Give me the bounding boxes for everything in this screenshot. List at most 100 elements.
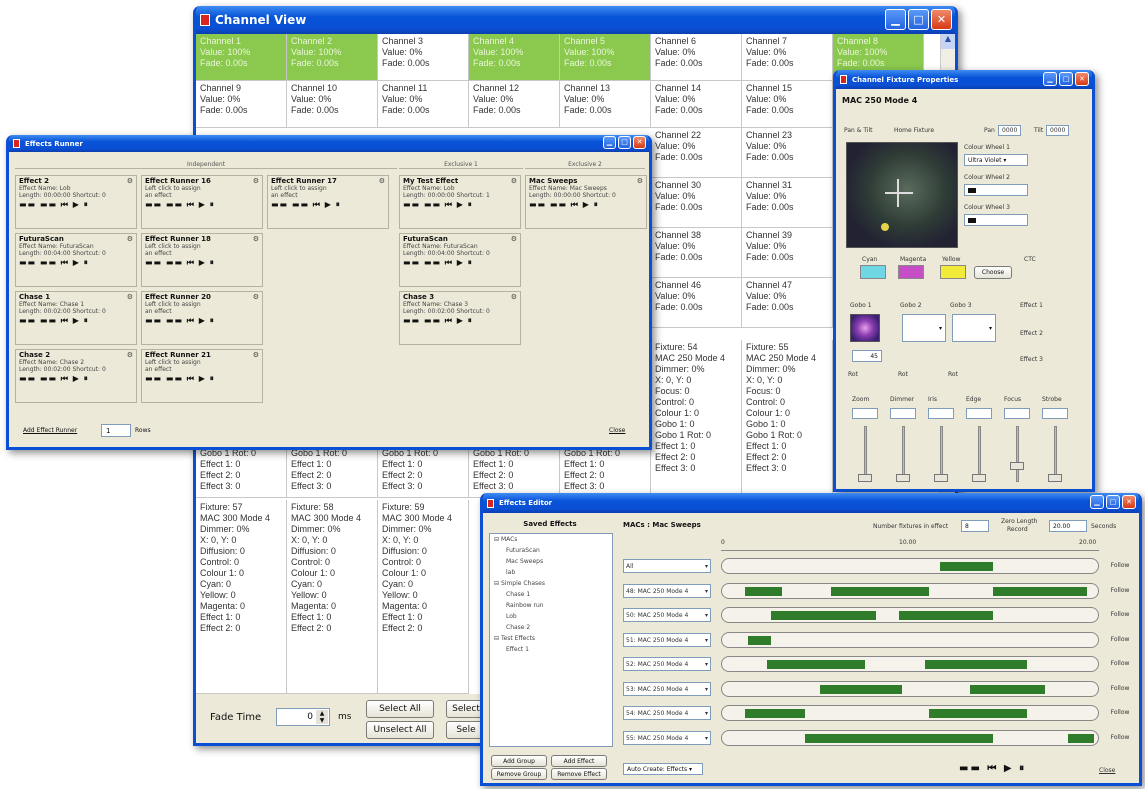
stepper-icon[interactable]: ▲ ▼ bbox=[316, 710, 328, 724]
effect-settings-icon[interactable]: ⚙ bbox=[127, 294, 133, 301]
add-effect-runner-label[interactable]: Add Effect Runner bbox=[23, 427, 77, 434]
effect-bar[interactable] bbox=[925, 660, 1027, 669]
tree-item[interactable]: Mac Sweeps bbox=[490, 556, 612, 567]
rows-input[interactable]: 1 bbox=[101, 424, 131, 437]
close-icon[interactable]: ✕ bbox=[633, 136, 646, 149]
fixture-cell[interactable]: Fixture: 54 MAC 250 Mode 4 Dimmer: 0% X:… bbox=[651, 340, 742, 496]
pan-value[interactable]: 0000 bbox=[998, 125, 1022, 136]
fade-time-input[interactable]: 0 ▲ ▼ bbox=[276, 708, 330, 726]
tree-item[interactable]: ⊟ Test Effects bbox=[490, 633, 612, 644]
effect-bar[interactable] bbox=[767, 660, 865, 669]
effect-runner-slot[interactable]: Effect Runner 20 ⚙ Left click to assign an … bbox=[141, 291, 263, 345]
effect-track[interactable] bbox=[721, 729, 1099, 746]
channel-cell[interactable]: Channel 46 Value: 0% Fade: 0.00s bbox=[651, 278, 742, 328]
effect-bar[interactable] bbox=[744, 709, 805, 718]
effect-settings-icon[interactable]: ⚙ bbox=[127, 352, 133, 359]
effect-controls[interactable]: ▬▬ ▬▬ ⏮ ▶ ⏸ bbox=[403, 259, 517, 267]
channel-cell[interactable]: Channel 1 Value: 100% Fade: 0.00s bbox=[196, 34, 287, 81]
gobo-image-icon[interactable] bbox=[850, 314, 880, 342]
effect-runner-slot[interactable]: Chase 3 ⚙ Effect Name: Chase 3 Length: 00:0… bbox=[399, 291, 521, 345]
maximize-icon[interactable]: □ bbox=[908, 9, 929, 30]
fixture-cell[interactable]: Gobo 1 Rot: 0 Effect 1: 0 Effect 2: 0 Ef… bbox=[196, 446, 287, 498]
channel-cell[interactable]: Channel 31 Value: 0% Fade: 0.00s bbox=[742, 178, 833, 228]
track-fixture-select[interactable]: 53: MAC 250 Mode 4 ▾ bbox=[623, 681, 711, 696]
close-button[interactable]: Close bbox=[1099, 767, 1115, 774]
remove-group-button[interactable]: Remove Group bbox=[491, 768, 547, 780]
effect-settings-icon[interactable]: ⚙ bbox=[379, 178, 385, 185]
channel-cell[interactable]: Channel 13 Value: 0% Fade: 0.00s bbox=[560, 81, 651, 128]
effect-controls[interactable]: ▬▬ ▬▬ ⏮ ▶ ⏸ bbox=[271, 201, 385, 209]
tree-item[interactable]: FuturaScan bbox=[490, 545, 612, 556]
effect-runner-slot[interactable]: Chase 2 ⚙ Effect Name: Chase 2 Length: 00:0… bbox=[15, 349, 137, 403]
maximize-icon[interactable]: □ bbox=[1106, 495, 1120, 509]
effect-bar[interactable] bbox=[970, 684, 1046, 694]
follow-button[interactable]: Follow bbox=[1107, 608, 1133, 621]
track-fixture-select[interactable]: 54: MAC 250 Mode 4 ▾ bbox=[623, 706, 711, 720]
effect-runner-slot[interactable]: FuturaScan ⚙ Effect Name: FuturaScan Length… bbox=[15, 233, 137, 287]
effect-bar[interactable] bbox=[744, 586, 783, 596]
slider-thumb[interactable] bbox=[972, 474, 986, 482]
effect-controls[interactable]: ▬▬ ▬▬ ⏮ ▶ ⏸ bbox=[403, 201, 517, 209]
effect-track[interactable] bbox=[721, 705, 1099, 721]
close-icon[interactable]: ✕ bbox=[1122, 495, 1136, 509]
unselect-all-button[interactable]: Unselect All bbox=[366, 721, 434, 739]
effect-bar[interactable] bbox=[876, 733, 993, 743]
channel-cell[interactable]: Channel 11 Value: 0% Fade: 0.00s bbox=[378, 81, 469, 128]
slider-value[interactable] bbox=[890, 408, 916, 419]
effect-settings-icon[interactable]: ⚙ bbox=[253, 294, 259, 301]
fixture-cell[interactable]: Fixture: 59 MAC 300 Mode 4 Dimmer: 0% X:… bbox=[378, 500, 469, 694]
effect-settings-icon[interactable]: ⚙ bbox=[253, 352, 259, 359]
effect-bar[interactable] bbox=[898, 611, 993, 620]
fixture-cell[interactable]: Fixture: 58 MAC 300 Mode 4 Dimmer: 0% X:… bbox=[287, 500, 378, 694]
num-fixtures-input[interactable]: 8 bbox=[961, 520, 989, 532]
track-fixture-select[interactable]: 52: MAC 250 Mode 4 ▾ bbox=[623, 657, 711, 671]
effect-settings-icon[interactable]: ⚙ bbox=[253, 236, 259, 243]
effect-track[interactable] bbox=[721, 631, 1099, 648]
colour-wheel-1-select[interactable]: Ultra Violet ▾ bbox=[964, 154, 1028, 166]
effect-runner-slot[interactable]: FuturaScan ⚙ Effect Name: FuturaScan Length… bbox=[399, 233, 521, 287]
slider-thumb[interactable] bbox=[858, 474, 872, 482]
close-icon[interactable]: ✕ bbox=[1075, 72, 1089, 86]
tree-item[interactable]: Chase 2 bbox=[490, 622, 612, 633]
slider-value[interactable] bbox=[1042, 408, 1068, 419]
maximize-icon[interactable]: □ bbox=[618, 136, 631, 149]
tilt-value[interactable]: 0000 bbox=[1046, 125, 1070, 136]
tree-expand-icon[interactable]: ⊟ bbox=[494, 635, 501, 642]
colour-wheel-2-select[interactable] bbox=[964, 184, 1028, 196]
zero-length-checkbox[interactable]: Zero Length bbox=[1001, 518, 1037, 525]
effect-controls[interactable]: ▬▬ ▬▬ ⏮ ▶ ⏸ bbox=[19, 317, 133, 325]
tree-item[interactable]: lab bbox=[490, 567, 612, 578]
saved-effects-tree[interactable]: ⊟ MACs FuturaScan Mac Sweeps lab ⊟ Simple Ch… bbox=[489, 533, 613, 747]
effect-settings-icon[interactable]: ⚙ bbox=[127, 178, 133, 185]
channel-cell[interactable]: Channel 10 Value: 0% Fade: 0.00s bbox=[287, 81, 378, 128]
pan-tilt-tab[interactable]: Pan & Tilt bbox=[844, 127, 873, 134]
effect-bar[interactable] bbox=[748, 635, 771, 645]
fader-icon[interactable]: ▬▬ bbox=[959, 763, 982, 774]
magenta-swatch[interactable] bbox=[898, 265, 924, 279]
effect-controls[interactable]: ▬▬ ▬▬ ⏮ ▶ ⏸ bbox=[19, 201, 133, 209]
effect-runner-slot[interactable]: Effect Runner 18 ⚙ Left click to assign an … bbox=[141, 233, 263, 287]
effect-controls[interactable]: ▬▬ ▬▬ ⏮ ▶ ⏸ bbox=[19, 375, 133, 383]
effect-controls[interactable]: ▬▬ ▬▬ ⏮ ▶ ⏸ bbox=[145, 201, 259, 209]
slider-thumb[interactable] bbox=[1010, 462, 1024, 470]
fixture-cell[interactable]: Fixture: 57 MAC 300 Mode 4 Dimmer: 0% X:… bbox=[196, 500, 287, 694]
fixture-cell[interactable]: Gobo 1 Rot: 0 Effect 1: 0 Effect 2: 0 Ef… bbox=[469, 446, 560, 498]
effect-runner-slot[interactable]: Chase 1 ⚙ Effect Name: Chase 1 Length: 00:0… bbox=[15, 291, 137, 345]
track-fixture-select[interactable]: 51: MAC 250 Mode 4 ▾ bbox=[623, 632, 711, 647]
gobo-2-select[interactable]: ▾ bbox=[902, 314, 946, 342]
minimize-icon[interactable]: ▁ bbox=[603, 136, 616, 149]
effect-bar[interactable] bbox=[804, 733, 877, 743]
effect-track[interactable] bbox=[721, 680, 1099, 697]
tree-item[interactable]: Lob bbox=[490, 611, 612, 622]
effect-bar[interactable] bbox=[770, 611, 877, 620]
channel-cell[interactable]: Channel 3 Value: 0% Fade: 0.00s bbox=[378, 34, 469, 81]
effect-bar[interactable] bbox=[819, 684, 903, 694]
slider-thumb[interactable] bbox=[1048, 474, 1062, 482]
effect-track[interactable] bbox=[721, 656, 1099, 672]
effects-editor-titlebar[interactable]: Effects Editor ▁ □ ✕ bbox=[483, 493, 1139, 513]
minimize-icon[interactable]: ▁ bbox=[1043, 72, 1057, 86]
effect-controls[interactable]: ▬▬ ▬▬ ⏮ ▶ ⏸ bbox=[145, 317, 259, 325]
follow-button[interactable]: Follow bbox=[1107, 706, 1133, 719]
choose-button[interactable]: Choose bbox=[974, 266, 1012, 279]
track-fixture-select[interactable]: 55: MAC 250 Mode 4 ▾ bbox=[623, 730, 711, 745]
